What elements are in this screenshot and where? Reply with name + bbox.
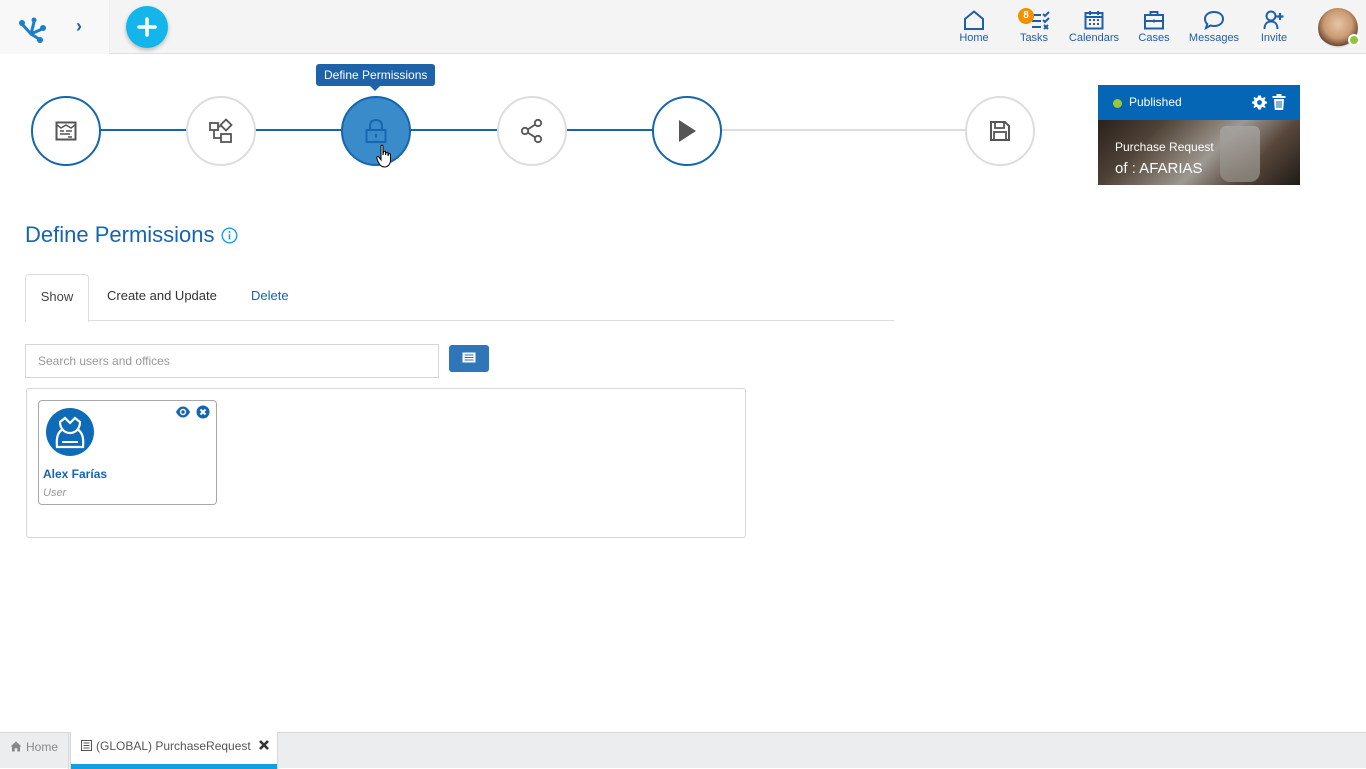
nav-tasks[interactable]: 8 Tasks: [1004, 0, 1064, 54]
assigned-members-panel: Alex Farías User: [26, 388, 746, 538]
step-connector: [100, 129, 188, 131]
nav-invite[interactable]: Invite: [1244, 0, 1304, 54]
search-users-input[interactable]: [25, 344, 439, 378]
nav-tasks-label: Tasks: [1019, 32, 1049, 44]
main-nav: Home 8 Tasks Calendars Cases Messages In…: [944, 0, 1304, 54]
step-connector: [410, 129, 498, 131]
wizard-stepper: Define Permissions: [0, 60, 1060, 190]
logo-area: ›: [0, 0, 110, 54]
browse-list-button[interactable]: [449, 345, 489, 372]
step-form[interactable]: [31, 96, 101, 166]
plus-icon: [137, 17, 157, 37]
chat-bubble-icon: [1203, 10, 1225, 30]
user-avatar-placeholder: [46, 408, 94, 456]
bottom-tab-home-label: Home: [26, 740, 59, 754]
save-icon: [990, 121, 1010, 141]
briefcase-icon: [1144, 11, 1164, 30]
eye-icon[interactable]: [175, 405, 191, 419]
nav-messages[interactable]: Messages: [1184, 0, 1244, 54]
diagram-icon: [209, 118, 233, 143]
tab-show[interactable]: Show: [25, 274, 89, 322]
nav-calendars-label: Calendars: [1068, 32, 1120, 44]
active-tab-indicator: [71, 764, 277, 769]
close-icon[interactable]: [259, 740, 269, 750]
published-version-card: Published Purchase Request of : AFARIAS: [1098, 85, 1300, 185]
nav-calendars[interactable]: Calendars: [1064, 0, 1124, 54]
step-connector: [254, 129, 342, 131]
status-indicator: [1113, 99, 1122, 108]
member-type: User: [43, 487, 67, 499]
permission-tabs: Show Create and Update Delete: [25, 274, 894, 322]
user-icon: [55, 416, 85, 449]
bottom-tab-label: (GLOBAL) PurchaseRequest: [96, 739, 251, 753]
nav-cases[interactable]: Cases: [1124, 0, 1184, 54]
remove-icon[interactable]: [196, 405, 210, 419]
list-icon: [462, 352, 476, 363]
home-icon: [964, 10, 984, 30]
bottom-tab-home[interactable]: Home: [0, 733, 69, 769]
step-connector: [566, 129, 654, 131]
published-card-header: Published: [1098, 85, 1300, 120]
form-icon: [81, 740, 92, 751]
tasks-badge: 8: [1018, 8, 1034, 24]
gear-icon[interactable]: [1252, 95, 1267, 110]
trash-icon[interactable]: [1272, 94, 1286, 110]
step-share[interactable]: [497, 96, 567, 166]
page-title: Define Permissions: [25, 222, 215, 247]
add-button[interactable]: [126, 6, 168, 48]
info-icon[interactable]: [221, 227, 238, 244]
bottom-tab-purchase-request[interactable]: (GLOBAL) PurchaseRequest: [70, 732, 278, 769]
calendar-icon: [1084, 11, 1104, 30]
tab-delete[interactable]: Delete: [251, 274, 289, 321]
tab-create-and-update[interactable]: Create and Update: [107, 274, 217, 321]
step-connector: [720, 129, 968, 131]
online-status-indicator: [1348, 34, 1360, 46]
user-avatar[interactable]: [1318, 8, 1360, 48]
app-logo-icon[interactable]: [14, 10, 48, 44]
form-icon: [55, 121, 77, 141]
member-name[interactable]: Alex Farías: [43, 467, 107, 481]
member-card[interactable]: Alex Farías User: [38, 400, 217, 505]
nav-messages-label: Messages: [1188, 32, 1240, 44]
process-owner: of : AFARIAS: [1115, 160, 1203, 177]
play-icon: [679, 120, 696, 142]
step-tooltip: Define Permissions: [316, 64, 436, 91]
home-icon: [10, 741, 22, 752]
step-diagram[interactable]: [186, 96, 256, 166]
nav-home-label: Home: [959, 32, 989, 44]
step-run[interactable]: [652, 96, 722, 166]
share-icon: [520, 118, 543, 144]
hand-cursor-icon: [376, 144, 391, 168]
bottom-tab-bar: Home (GLOBAL) PurchaseRequest: [0, 732, 1366, 769]
process-thumbnail[interactable]: Purchase Request of : AFARIAS: [1098, 120, 1300, 185]
nav-cases-label: Cases: [1138, 32, 1170, 44]
nav-invite-label: Invite: [1260, 32, 1288, 44]
step-save[interactable]: [965, 96, 1035, 166]
status-label: Published: [1129, 95, 1182, 109]
process-name: Purchase Request: [1115, 140, 1214, 154]
chevron-right-icon[interactable]: ›: [76, 16, 92, 36]
top-bar: › Home 8 Tasks Calendars Cases Messages …: [0, 0, 1366, 54]
user-plus-icon: [1263, 10, 1284, 30]
nav-home[interactable]: Home: [944, 0, 1004, 54]
lock-icon: [365, 118, 387, 143]
